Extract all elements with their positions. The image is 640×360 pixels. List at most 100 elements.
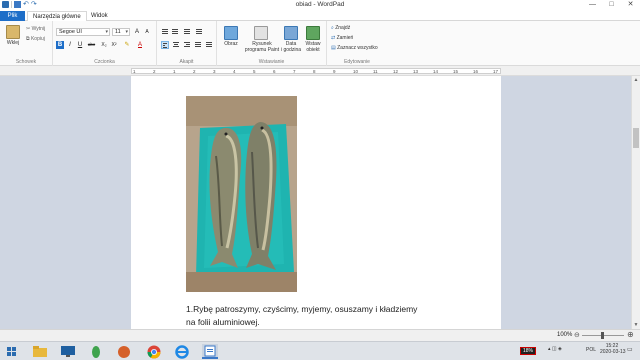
notifications-icon[interactable]: ▭: [627, 346, 633, 353]
superscript-button[interactable]: X²: [110, 41, 118, 49]
cut-button[interactable]: ✂ Wytnij: [26, 26, 45, 32]
find-button[interactable]: ⌕ Znajdź: [331, 25, 350, 31]
list-icon[interactable]: [183, 28, 191, 36]
select-all-button[interactable]: ▤ Zaznacz wszystko: [331, 45, 378, 51]
document-paragraph[interactable]: 1.Rybę patroszymy, czyścimy, myjemy, osu…: [186, 303, 426, 329]
title-bar: ↶ ↷ obiad - WordPad — □ ✕: [0, 0, 640, 10]
fish-photo-image: [186, 96, 297, 292]
fish-photo[interactable]: [186, 96, 297, 292]
ie-logo-icon: [175, 345, 189, 359]
picture-button-label[interactable]: Obraz: [219, 41, 243, 48]
ruler-tick-label: 2: [153, 69, 156, 74]
zoom-in-icon[interactable]: ⊕: [627, 330, 634, 339]
paragraph-group: Akapit: [157, 21, 217, 66]
align-right-button[interactable]: [183, 41, 191, 49]
ruler-tick-label: 1: [173, 69, 176, 74]
replace-button[interactable]: ⇄ Zamień: [331, 35, 353, 41]
monitor-icon: [61, 346, 75, 357]
folder-icon: [33, 346, 47, 357]
object-icon[interactable]: [306, 26, 320, 40]
ruler-tick-label: 9: [333, 69, 336, 74]
object-label-2: obiekt: [306, 46, 320, 53]
window-title: obiad - WordPad: [295, 1, 345, 8]
vertical-scrollbar[interactable]: ▲ ▼: [631, 76, 640, 329]
scroll-down-icon[interactable]: ▼: [632, 321, 640, 329]
wordpad-doc-icon: [204, 345, 216, 357]
group-label-editing: Edytowanie: [344, 59, 370, 65]
ruler-tick-label: 17: [493, 69, 499, 74]
file-explorer-icon[interactable]: [32, 344, 48, 359]
underline-button[interactable]: U: [76, 41, 84, 49]
picture-icon[interactable]: [224, 26, 238, 40]
highlight-icon[interactable]: ✎: [123, 41, 131, 49]
chrome-logo-icon: [147, 345, 161, 359]
ruler-tick-label: 11: [373, 69, 378, 74]
start-icon[interactable]: [4, 344, 20, 359]
minimize-button[interactable]: —: [583, 0, 602, 10]
calendar-icon[interactable]: [284, 26, 298, 40]
taskbar: 18% ▴ ◫ ◈ POL 15:22 2020-03-13 ▭: [0, 341, 640, 360]
paste-icon[interactable]: [6, 25, 20, 39]
zoom-out-icon[interactable]: ⊖: [574, 331, 580, 339]
grow-font-button[interactable]: A: [133, 28, 141, 36]
font-size-select[interactable]: 11 ▾: [112, 28, 130, 36]
chevron-down-icon: ▾: [105, 29, 108, 35]
document-page[interactable]: 1.Rybę patroszymy, czyścimy, myjemy, osu…: [131, 76, 501, 329]
language-indicator[interactable]: POL: [586, 347, 596, 353]
ruler-tick-label: 12: [393, 69, 399, 74]
scroll-thumb[interactable]: [633, 128, 639, 148]
select-all-icon: ▤: [331, 45, 336, 51]
paint-label-2: programu Paint: [244, 46, 280, 53]
font-family-select[interactable]: Segoe UI ▾: [56, 28, 110, 36]
ruler-tick-label: 4: [233, 69, 236, 74]
italic-button[interactable]: I: [66, 41, 74, 49]
paragraph-settings-icon[interactable]: [205, 41, 213, 49]
close-button[interactable]: ✕: [621, 0, 640, 10]
orange-app-icon[interactable]: [116, 344, 132, 359]
ruler-tick-label: 6: [273, 69, 276, 74]
tray-icons[interactable]: ▴ ◫ ◈: [548, 346, 562, 352]
editing-group: ⌕ Znajdź ⇄ Zamień ▤ Zaznacz wszystko Edy…: [327, 21, 387, 66]
paint-drawing-icon[interactable]: [254, 26, 268, 40]
strikethrough-button[interactable]: abc: [86, 41, 97, 49]
monitor-app-icon[interactable]: [60, 344, 76, 359]
insert-group: Obraz Rysunek programu Paint Data i godz…: [217, 21, 327, 66]
justify-button[interactable]: [194, 41, 202, 49]
datetime-button[interactable]: Data i godzina: [279, 41, 303, 53]
line-spacing-icon[interactable]: [195, 28, 203, 36]
tab-view[interactable]: Widok: [86, 11, 113, 21]
font-color-button[interactable]: A: [136, 41, 144, 49]
decrease-indent-icon[interactable]: [161, 28, 169, 36]
font-family-value: Segoe UI: [59, 29, 82, 35]
wordpad-taskbar-icon[interactable]: [202, 344, 218, 359]
ruler-tick-label: 14: [433, 69, 439, 74]
windows-logo-icon: [7, 347, 16, 356]
battery-indicator[interactable]: 18%: [520, 347, 537, 355]
group-label-insert: Wstawianie: [258, 59, 285, 65]
scroll-up-icon[interactable]: ▲: [632, 76, 640, 84]
bold-button[interactable]: B: [56, 41, 64, 49]
copy-button[interactable]: ⧉ Kopiuj: [26, 36, 45, 42]
internet-explorer-icon[interactable]: [174, 344, 190, 359]
increase-indent-icon[interactable]: [171, 28, 179, 36]
tab-file[interactable]: Plik: [0, 11, 25, 21]
zoom-slider-thumb[interactable]: [601, 332, 604, 339]
status-bar: 100% ⊖ ⊕: [0, 329, 640, 341]
chrome-icon[interactable]: [146, 344, 162, 359]
maximize-button[interactable]: □: [602, 0, 621, 10]
paste-button-label[interactable]: Wklej: [3, 40, 23, 47]
font-group: Segoe UI ▾ 11 ▾ A A B I U abc X₂ X² ✎ A …: [53, 21, 157, 66]
paint-drawing-button[interactable]: Rysunek programu Paint: [243, 41, 281, 53]
group-label-paragraph: Akapit: [179, 59, 194, 65]
clock[interactable]: 15:22 2020-03-13: [600, 343, 626, 355]
insert-object-button[interactable]: Wstaw obiekt: [301, 41, 325, 53]
ruler-tick-label: 8: [313, 69, 316, 74]
document-workspace: 1.Rybę patroszymy, czyścimy, myjemy, osu…: [0, 76, 631, 329]
datetime-label-2: i godzina: [280, 46, 301, 53]
copy-label: Kopiuj: [30, 36, 45, 42]
shrink-font-button[interactable]: A: [143, 28, 151, 36]
leaf-app-icon[interactable]: [88, 344, 104, 359]
subscript-button[interactable]: X₂: [100, 41, 108, 49]
align-left-button[interactable]: [161, 41, 169, 49]
align-center-button[interactable]: [172, 41, 180, 49]
